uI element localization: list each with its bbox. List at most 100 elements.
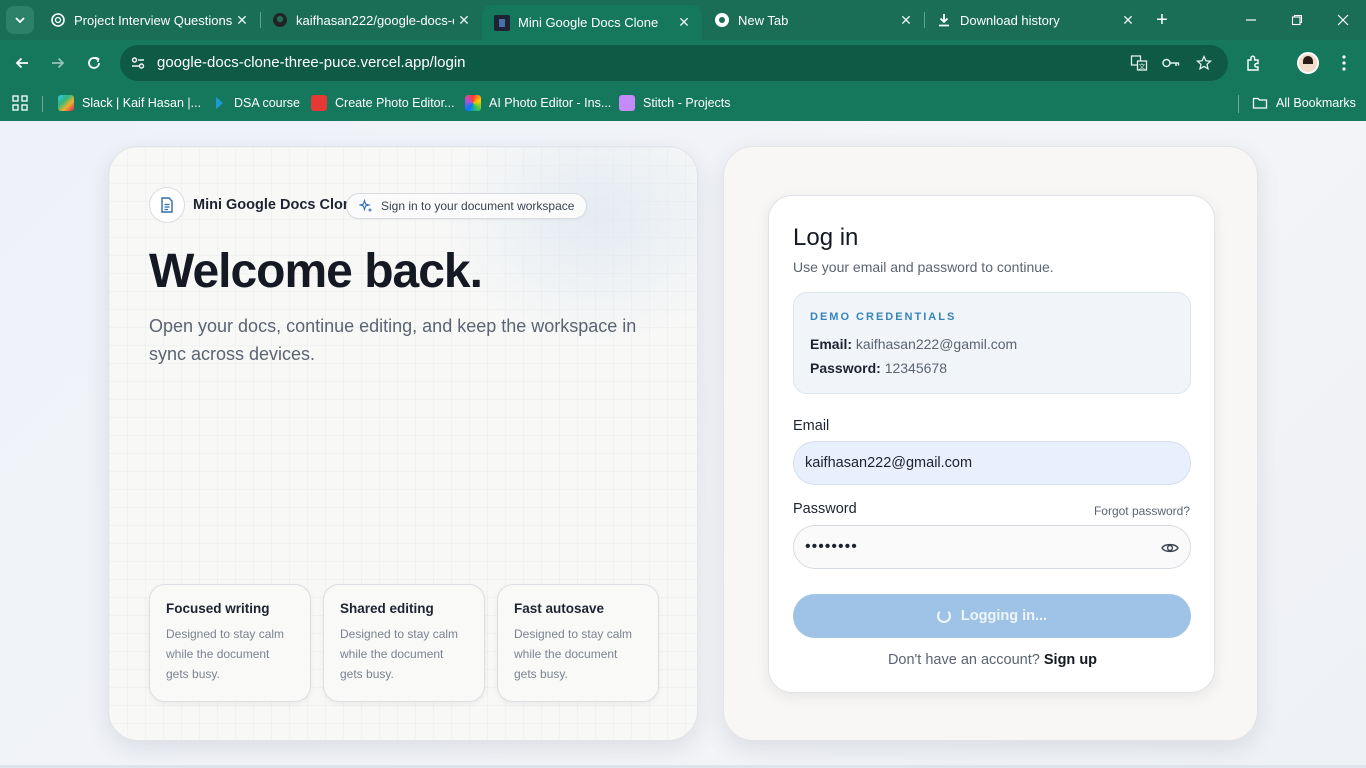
workspace-badge: Sign in to your document workspace [346,193,588,219]
signup-prompt: Don't have an account? Sign up [769,652,1216,668]
forgot-password-link[interactable]: Forgot password? [1094,504,1190,518]
hero-lead: Open your docs, continue editing, and ke… [149,316,637,364]
demo-email-label: Email: [810,336,853,352]
feature-card-shared-editing: Shared editing Designed to stay calm whi… [323,584,485,702]
all-bookmarks-label: All Bookmarks [1276,96,1356,110]
slack-icon [58,95,74,111]
bookmark-ai-photo-editor[interactable]: AI Photo Editor - Ins... [465,92,611,114]
close-window-icon[interactable] [1329,6,1357,34]
login-panel: Log in Use your email and password to co… [723,146,1258,741]
password-field[interactable]: •••••••• [793,525,1191,569]
restore-icon[interactable] [1283,6,1311,34]
hero-panel: Mini Google Docs Clone Sign in to your d… [108,146,698,741]
login-subtitle: Use your email and password to continue. [793,259,1054,275]
feature-card-focused-writing: Focused writing Designed to stay calm wh… [149,584,311,702]
svg-text:文: 文 [1139,62,1146,71]
bookmarks-bar: Slack | Kaif Hasan |... DSA course Creat… [0,86,1366,121]
tab-strip: Project Interview Questions ✕ kaifhasan2… [0,0,1366,40]
bookmark-star-icon[interactable] [1193,53,1215,73]
new-tab-button[interactable]: + [1150,8,1174,32]
forward-icon[interactable] [44,49,72,77]
brand-name: Mini Google Docs Clone [193,197,360,213]
close-icon[interactable]: ✕ [896,10,916,30]
reload-icon[interactable] [80,49,108,77]
tab-download-history[interactable]: Download history ✕ [924,5,1146,35]
all-bookmarks[interactable]: All Bookmarks [1252,92,1356,114]
back-icon[interactable] [8,49,36,77]
bookmark-label: AI Photo Editor - Ins... [489,96,612,110]
bookmark-label: DSA course [234,96,301,110]
download-icon [936,12,952,28]
stitch-icon [619,95,635,111]
tab-title: New Tab [738,12,789,28]
openai-icon [50,12,66,28]
site-settings-icon[interactable] [128,53,148,73]
tab-new-tab[interactable]: New Tab ✕ [702,5,924,35]
apps-grid-icon[interactable] [12,92,28,114]
feature-card-fast-autosave: Fast autosave Designed to stay calm whil… [497,584,659,702]
bookmark-dsa-course[interactable]: DSA course [210,92,300,114]
app-favicon [494,14,510,31]
close-icon[interactable]: ✕ [454,10,474,30]
close-icon[interactable]: ✕ [1118,10,1138,30]
demo-credentials-heading: DEMO CREDENTIALS [810,311,957,323]
email-field[interactable]: kaifhasan222@gmail.com [793,441,1191,485]
tab-title: kaifhasan222/google-docs-c [296,12,454,28]
tab-mini-google-docs[interactable]: Mini Google Docs Clone ✕ [482,5,702,40]
feature-desc: Designed to stay calm while the document… [166,627,285,681]
folder-icon [1252,95,1268,111]
bookmark-label: Slack | Kaif Hasan |... [82,96,202,110]
eye-icon[interactable] [1160,538,1180,558]
ai-photo-editor-icon [465,95,481,111]
close-icon[interactable]: ✕ [232,10,252,30]
login-title: Log in [793,224,859,251]
brand: Mini Google Docs Clone [149,187,360,223]
close-icon[interactable]: ✕ [674,13,694,33]
address-bar[interactable]: google-docs-clone-three-puce.vercel.app/… [120,45,1228,81]
minimize-icon[interactable] [1237,6,1265,34]
password-label: Password [793,501,857,517]
menu-dots-icon[interactable] [1330,49,1358,77]
translate-icon[interactable]: 文 [1128,53,1150,73]
feature-title: Focused writing [166,601,270,616]
tab-search-button[interactable] [6,6,34,34]
login-button[interactable]: Logging in... [793,594,1191,638]
tab-title: Download history [960,12,1060,28]
bookmark-stitch[interactable]: Stitch - Projects [619,92,731,114]
login-page: Mini Google Docs Clone Sign in to your d… [0,121,1366,768]
tab-title: Project Interview Questions [74,12,232,28]
dsa-course-icon [210,95,226,111]
chrome-icon [714,12,730,28]
email-label: Email [793,418,830,434]
extensions-icon[interactable] [1240,49,1268,77]
workspace-badge-label: Sign in to your document workspace [381,199,575,213]
signup-link[interactable]: Sign up [1044,652,1097,668]
loading-spinner-icon [936,609,951,623]
key-icon[interactable] [1160,53,1182,73]
bookmark-label: Stitch - Projects [643,96,731,110]
tab-project-interview[interactable]: Project Interview Questions ✕ [38,5,260,35]
bookmark-slack[interactable]: Slack | Kaif Hasan |... [58,92,201,114]
feature-desc: Designed to stay calm while the document… [340,627,459,681]
profile-avatar[interactable] [1297,52,1319,74]
feature-title: Fast autosave [514,601,605,616]
chevron-down-icon [15,17,25,24]
browser-toolbar: google-docs-clone-three-puce.vercel.app/… [0,40,1366,86]
demo-email-row: Email: kaifhasan222@gamil.com [810,336,1017,352]
document-icon [149,187,185,223]
welcome-heading: Welcome back. [149,245,483,298]
feature-title: Shared editing [340,601,434,616]
login-card: Log in Use your email and password to co… [768,195,1215,693]
demo-email-value: kaifhasan222@gamil.com [855,336,1018,352]
demo-credentials-box: DEMO CREDENTIALS Email: kaifhasan222@gam… [793,292,1191,394]
url-text: google-docs-clone-three-puce.vercel.app/… [157,54,466,71]
photo-editor-icon [311,95,327,111]
bookmark-create-photo-editor[interactable]: Create Photo Editor... [311,92,455,114]
login-button-label: Logging in... [960,608,1048,624]
bookmark-label: Create Photo Editor... [335,96,455,110]
no-account-text: Don't have an account? [887,652,1040,668]
demo-password-value: 12345678 [884,360,947,376]
tab-github[interactable]: kaifhasan222/google-docs-c ✕ [260,5,482,35]
github-icon [272,12,288,28]
password-value: •••••••• [805,538,858,555]
